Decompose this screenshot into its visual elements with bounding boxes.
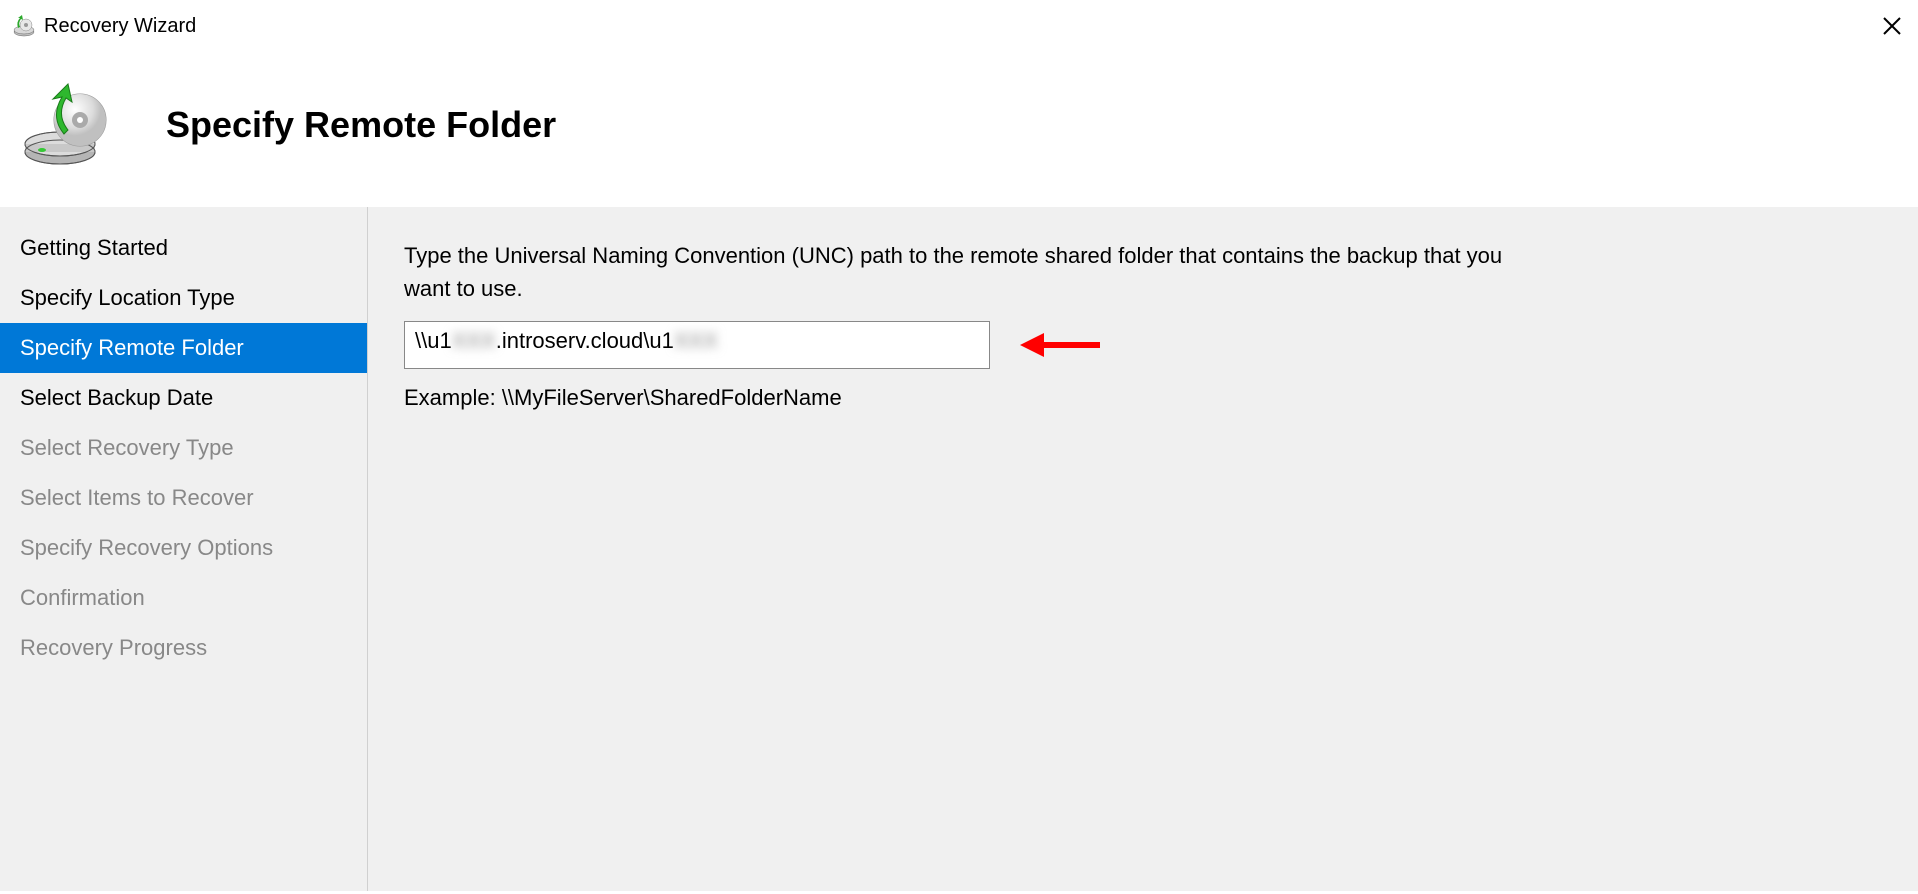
unc-path-value: \\u1 XXX .introserv.cloud\u1 XXX xyxy=(415,328,979,354)
recovery-wizard-icon xyxy=(12,14,36,38)
sidebar-item-label: Specify Recovery Options xyxy=(20,535,273,560)
unc-seg-1: \\u1 xyxy=(415,328,452,354)
sidebar-item-label: Select Items to Recover xyxy=(20,485,254,510)
title-bar: Recovery Wizard xyxy=(0,0,1918,52)
title-bar-left: Recovery Wizard xyxy=(12,14,196,38)
sidebar-item-label: Select Backup Date xyxy=(20,385,213,410)
close-button[interactable] xyxy=(1874,8,1910,44)
instruction-text: Type the Universal Naming Convention (UN… xyxy=(404,239,1504,305)
header-area: Specify Remote Folder xyxy=(0,52,1918,207)
sidebar-item-label: Recovery Progress xyxy=(20,635,207,660)
sidebar-item-label: Select Recovery Type xyxy=(20,435,234,460)
page-title: Specify Remote Folder xyxy=(166,104,556,146)
example-text: Example: \\MyFileServer\SharedFolderName xyxy=(404,385,1882,411)
sidebar-step-confirmation: Confirmation xyxy=(0,573,367,623)
unc-seg-2: .introserv.cloud\u1 xyxy=(496,328,674,354)
unc-seg-redacted-1: XXX xyxy=(452,328,496,354)
sidebar-item-label: Confirmation xyxy=(20,585,145,610)
sidebar-step-specify-location-type[interactable]: Specify Location Type xyxy=(0,273,367,323)
sidebar-item-label: Getting Started xyxy=(20,235,168,260)
sidebar-step-recovery-progress: Recovery Progress xyxy=(0,623,367,673)
pointer-arrow-annotation xyxy=(1020,330,1100,360)
sidebar-step-specify-remote-folder[interactable]: Specify Remote Folder xyxy=(0,323,367,373)
sidebar-step-getting-started[interactable]: Getting Started xyxy=(0,223,367,273)
sidebar-step-select-items-to-recover: Select Items to Recover xyxy=(0,473,367,523)
sidebar-step-select-recovery-type: Select Recovery Type xyxy=(0,423,367,473)
sidebar-item-label: Specify Location Type xyxy=(20,285,235,310)
close-icon xyxy=(1882,16,1902,36)
sidebar-step-specify-recovery-options: Specify Recovery Options xyxy=(0,523,367,573)
unc-seg-redacted-2: XXX xyxy=(674,328,718,354)
wizard-sidebar: Getting Started Specify Location Type Sp… xyxy=(0,207,368,891)
main-panel: Type the Universal Naming Convention (UN… xyxy=(368,207,1918,891)
window-title: Recovery Wizard xyxy=(44,15,196,38)
input-row: \\u1 XXX .introserv.cloud\u1 XXX xyxy=(404,321,1882,369)
recovery-large-icon xyxy=(20,82,116,167)
content-area: Getting Started Specify Location Type Sp… xyxy=(0,207,1918,891)
sidebar-item-label: Specify Remote Folder xyxy=(20,335,244,360)
unc-path-input[interactable]: \\u1 XXX .introserv.cloud\u1 XXX xyxy=(404,321,990,369)
sidebar-step-select-backup-date[interactable]: Select Backup Date xyxy=(0,373,367,423)
